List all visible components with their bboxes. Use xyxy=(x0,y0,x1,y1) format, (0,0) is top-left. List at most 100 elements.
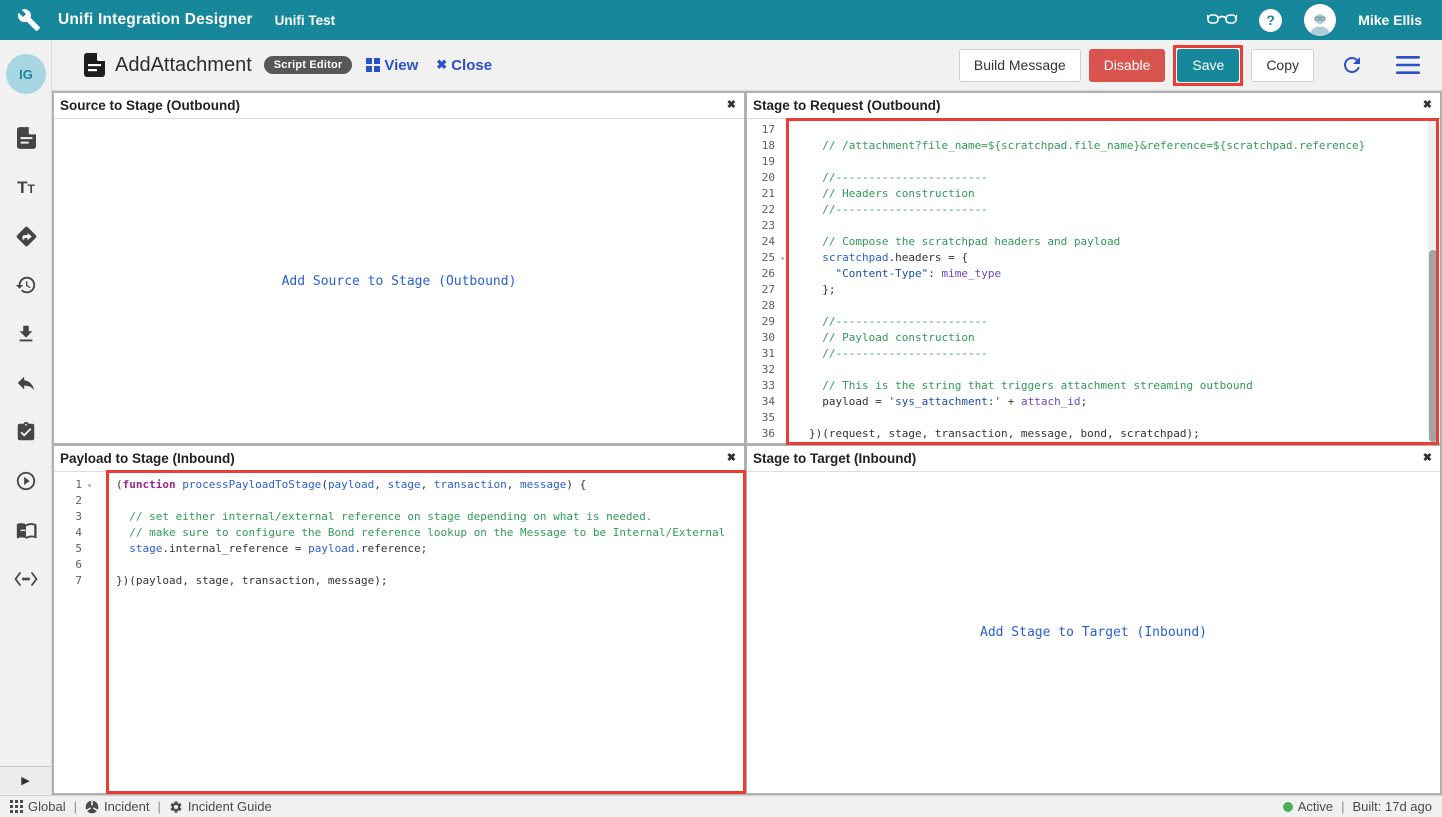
sidebar-item-text[interactable]: TT xyxy=(0,172,52,202)
code-line[interactable]: 18 // /attachment?file_name=${scratchpad… xyxy=(747,138,1440,154)
code-line[interactable]: 30 // Payload construction xyxy=(747,330,1440,346)
sidebar: IG TT xyxy=(0,40,52,795)
code-line[interactable]: 29 //----------------------- xyxy=(747,314,1440,330)
panel-body: 1▾(function processPayloadToStage(payloa… xyxy=(54,472,744,793)
sidebar-item-reply[interactable] xyxy=(0,368,52,398)
scrollbar-track[interactable] xyxy=(1428,120,1438,442)
code-line[interactable]: 27 }; xyxy=(747,282,1440,298)
code-line[interactable]: 25▾ scratchpad.headers = { xyxy=(747,250,1440,266)
code-line[interactable]: 2 xyxy=(54,493,744,509)
code-line[interactable]: 36})(request, stage, transaction, messag… xyxy=(747,426,1440,442)
add-script-link[interactable]: Add Source to Stage (Outbound) xyxy=(282,274,517,289)
code-line[interactable]: 21 // Headers construction xyxy=(747,186,1440,202)
panel-payload-to-stage: Payload to Stage (Inbound) ✖ 1▾(function… xyxy=(54,446,744,793)
panel-stage-to-target: Stage to Target (Inbound) ✖ Add Stage to… xyxy=(747,446,1440,793)
fold-toggle-icon[interactable]: ▾ xyxy=(87,478,92,494)
avatar[interactable]: IG xyxy=(6,54,46,94)
reply-icon xyxy=(15,372,37,394)
line-number: 25▾ xyxy=(747,250,785,266)
app-item-incident-guide[interactable]: Incident Guide xyxy=(169,799,272,814)
panel-title: Stage to Target (Inbound) xyxy=(753,451,916,466)
code-text: })(payload, stage, transaction, message)… xyxy=(92,573,388,589)
sidebar-item-tasks[interactable] xyxy=(0,417,52,447)
active-status-label: Active xyxy=(1298,799,1333,814)
code-line[interactable]: 5 stage.internal_reference = payload.ref… xyxy=(54,541,744,557)
user-name[interactable]: Mike Ellis xyxy=(1358,12,1422,28)
code-line[interactable]: 23 xyxy=(747,218,1440,234)
line-number: 7 xyxy=(54,573,92,589)
view-button[interactable]: View xyxy=(366,57,418,74)
panel-header: Source to Stage (Outbound) ✖ xyxy=(54,93,744,119)
sidebar-expand-button[interactable]: ▶ xyxy=(0,766,51,794)
save-button[interactable]: Save xyxy=(1177,49,1239,82)
panel-close-icon[interactable]: ✖ xyxy=(727,100,736,111)
panel-close-icon[interactable]: ✖ xyxy=(727,453,736,464)
code-line[interactable]: 32 xyxy=(747,362,1440,378)
app-item-incident[interactable]: Incident xyxy=(85,799,150,814)
code-line[interactable]: 1▾(function processPayloadToStage(payloa… xyxy=(54,477,744,493)
diamond-arrow-icon xyxy=(15,225,38,248)
sidebar-item-download[interactable] xyxy=(0,319,52,349)
sidebar-item-run[interactable] xyxy=(0,466,52,496)
wrench-icon[interactable] xyxy=(16,7,42,33)
built-label: Built: 17d ago xyxy=(1352,799,1432,814)
code-line[interactable]: 33 // This is the string that triggers a… xyxy=(747,378,1440,394)
sidebar-item-code[interactable] xyxy=(0,564,52,594)
sidebar-item-docs[interactable] xyxy=(0,515,52,545)
scope-item-global[interactable]: Global xyxy=(10,799,66,814)
code-line[interactable]: 4 // make sure to configure the Bond ref… xyxy=(54,525,744,541)
line-number: 36 xyxy=(747,426,785,442)
panel-title: Payload to Stage (Inbound) xyxy=(60,451,235,466)
code-line[interactable]: 28 xyxy=(747,298,1440,314)
line-number: 6 xyxy=(54,557,92,573)
code-text: // Compose the scratchpad headers and pa… xyxy=(785,234,1120,250)
code-text: "Content-Type": mime_type xyxy=(785,266,1001,282)
clipboard-check-icon xyxy=(15,421,37,443)
sidebar-item-directions[interactable] xyxy=(0,221,52,251)
code-line[interactable]: 17 xyxy=(747,122,1440,138)
code-line[interactable]: 3 // set either internal/external refere… xyxy=(54,509,744,525)
code-editor[interactable]: 1718 // /attachment?file_name=${scratchp… xyxy=(747,119,1440,442)
code-line[interactable]: 24 // Compose the scratchpad headers and… xyxy=(747,234,1440,250)
code-editor[interactable]: 1▾(function processPayloadToStage(payloa… xyxy=(54,472,744,589)
code-line[interactable]: 19 xyxy=(747,154,1440,170)
code-text: stage.internal_reference = payload.refer… xyxy=(92,541,427,557)
help-icon[interactable]: ? xyxy=(1259,9,1282,32)
line-number: 32 xyxy=(747,362,785,378)
copy-button[interactable]: Copy xyxy=(1251,49,1314,82)
fold-toggle-icon[interactable]: ▾ xyxy=(780,251,785,267)
code-text: //----------------------- xyxy=(785,202,988,218)
sidebar-item-history[interactable] xyxy=(0,270,52,300)
script-editor-badge: Script Editor xyxy=(264,56,353,74)
code-text: (function processPayloadToStage(payload,… xyxy=(92,477,586,493)
panel-close-icon[interactable]: ✖ xyxy=(1423,453,1432,464)
top-bar: Unifi Integration Designer Unifi Test ? … xyxy=(0,0,1442,40)
code-line[interactable]: 26 "Content-Type": mime_type xyxy=(747,266,1440,282)
environment-name[interactable]: Unifi Test xyxy=(275,13,336,28)
glasses-icon[interactable] xyxy=(1207,10,1237,30)
refresh-icon[interactable] xyxy=(1336,53,1368,77)
code-text xyxy=(785,362,809,378)
line-number: 26 xyxy=(747,266,785,282)
code-line[interactable]: 7})(payload, stage, transaction, message… xyxy=(54,573,744,589)
sidebar-item-document[interactable] xyxy=(0,123,52,153)
line-number: 34 xyxy=(747,394,785,410)
close-button[interactable]: ✖ Close xyxy=(436,57,492,74)
panel-source-to-stage: Source to Stage (Outbound) ✖ Add Source … xyxy=(54,93,744,443)
gear-icon xyxy=(169,800,183,814)
code-line[interactable]: 35 xyxy=(747,410,1440,426)
download-icon xyxy=(15,323,37,345)
build-message-button[interactable]: Build Message xyxy=(959,49,1081,82)
user-avatar-icon[interactable] xyxy=(1304,4,1336,36)
panel-header: Payload to Stage (Inbound) ✖ xyxy=(54,446,744,472)
code-line[interactable]: 22 //----------------------- xyxy=(747,202,1440,218)
scrollbar-thumb[interactable] xyxy=(1429,250,1437,442)
code-line[interactable]: 31 //----------------------- xyxy=(747,346,1440,362)
code-line[interactable]: 6 xyxy=(54,557,744,573)
add-script-link[interactable]: Add Stage to Target (Inbound) xyxy=(980,625,1207,640)
code-line[interactable]: 34 payload = 'sys_attachment:' + attach_… xyxy=(747,394,1440,410)
code-line[interactable]: 20 //----------------------- xyxy=(747,170,1440,186)
disable-button[interactable]: Disable xyxy=(1089,49,1166,82)
hamburger-menu-icon[interactable] xyxy=(1392,55,1424,75)
panel-close-icon[interactable]: ✖ xyxy=(1423,100,1432,111)
